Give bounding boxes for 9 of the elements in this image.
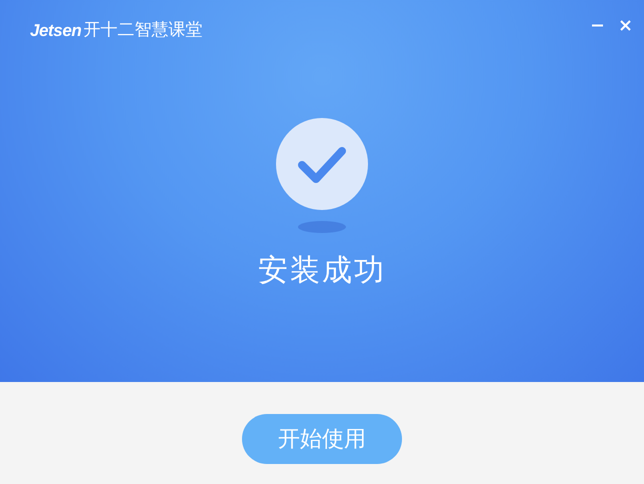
success-message: 安装成功 [258,252,386,290]
close-button[interactable] [618,18,632,32]
minimize-icon [592,24,602,26]
window-title: 开十二智慧课堂 [83,19,202,42]
shadow-icon [297,220,347,234]
close-icon [620,20,630,30]
check-icon [276,118,368,210]
brand-logo: Jetsen [30,20,82,42]
start-button[interactable]: 开始使用 [242,414,402,464]
